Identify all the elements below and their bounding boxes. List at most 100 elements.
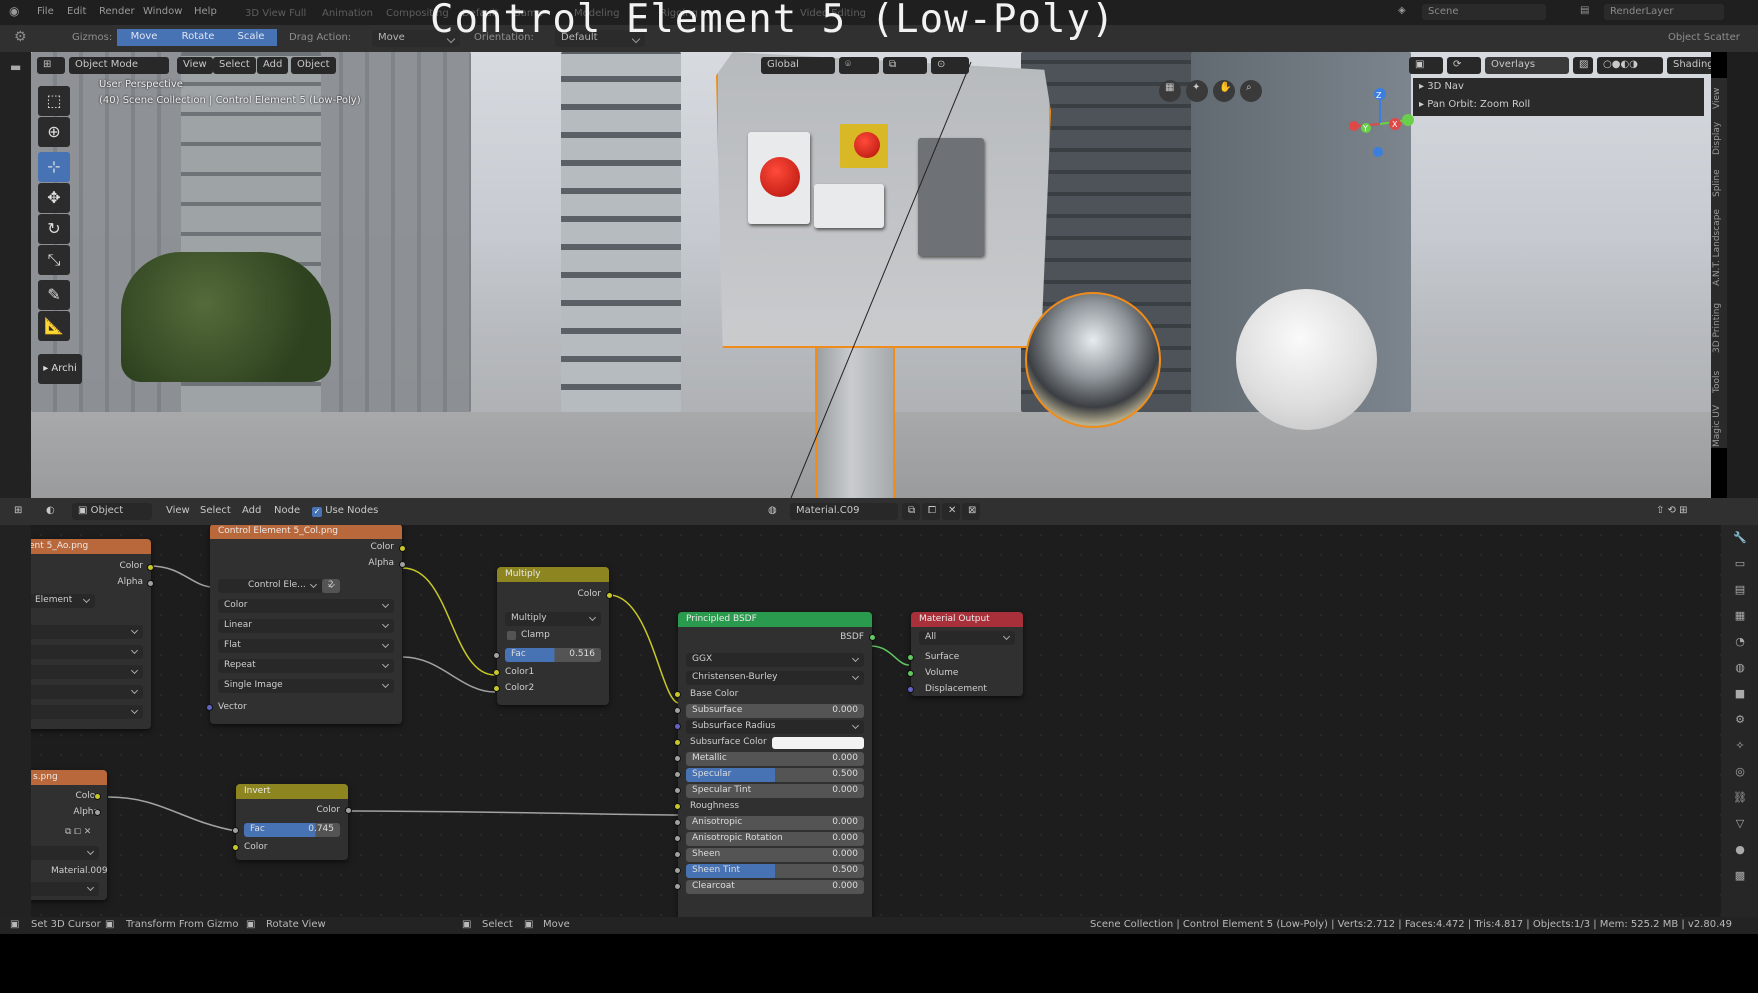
node-menu-select[interactable]: Select bbox=[194, 503, 237, 520]
bsdf-input-row[interactable]: Base Color bbox=[674, 687, 872, 703]
side-tab-3d-printing[interactable]: 3D Printing bbox=[1712, 296, 1726, 360]
socket[interactable] bbox=[493, 652, 500, 659]
node-col-image-field[interactable]: Control Ele... bbox=[218, 579, 322, 593]
node-multiply-fac-slider[interactable]: Fac 0.516 bbox=[505, 648, 601, 662]
physics-tab-icon[interactable]: ◎ bbox=[1733, 759, 1747, 785]
node-multiply[interactable]: Multiply Color Multiply Clamp Fac 0.516 C… bbox=[493, 567, 613, 705]
socket[interactable] bbox=[674, 867, 681, 874]
measure-tool-icon[interactable]: 📐 bbox=[38, 311, 70, 341]
bsdf-input-row[interactable]: Anisotropic 0.000 bbox=[674, 815, 872, 831]
node-menu-view[interactable]: View bbox=[160, 503, 196, 520]
unlink-material-icon[interactable]: ✕ bbox=[942, 503, 960, 520]
socket[interactable] bbox=[674, 851, 681, 858]
camera-icon[interactable]: ✦ bbox=[1186, 80, 1208, 102]
bsdf-value-field[interactable]: Sheen 0.000 bbox=[686, 848, 864, 862]
menu-help[interactable]: Help bbox=[194, 6, 217, 17]
object-tab-icon[interactable]: ■ bbox=[1733, 681, 1747, 707]
node-material-output[interactable]: Material Output All Surface Volume Displ… bbox=[907, 612, 1023, 696]
socket[interactable] bbox=[94, 793, 101, 800]
bsdf-input-row[interactable]: Sheen Tint 0.500 bbox=[674, 863, 872, 879]
node-ao-image-field[interactable]: Element bbox=[31, 594, 95, 608]
node-rough-dropdown-2[interactable] bbox=[31, 882, 99, 896]
bsdf-input-row[interactable]: Specular 0.500 bbox=[674, 767, 872, 783]
menu-window[interactable]: Window bbox=[143, 6, 182, 17]
node-col-source[interactable]: Single Image bbox=[218, 679, 394, 693]
node-invert-title[interactable]: Invert bbox=[236, 784, 348, 799]
node-principled-bsdf[interactable]: Principled BSDF BSDF GGX Christensen-Bur… bbox=[674, 612, 876, 917]
xray-icon[interactable]: ▨ bbox=[1573, 57, 1593, 74]
socket[interactable] bbox=[674, 835, 681, 842]
socket[interactable] bbox=[147, 580, 154, 587]
node-invert-fac-slider[interactable]: Fac 0.745 bbox=[244, 823, 340, 837]
socket[interactable] bbox=[674, 883, 681, 890]
socket[interactable] bbox=[94, 809, 101, 816]
move-tool-icon[interactable]: ✥ bbox=[38, 183, 70, 213]
bsdf-value-field[interactable]: Specular 0.500 bbox=[686, 768, 864, 782]
overlays-dropdown[interactable]: Overlays bbox=[1485, 57, 1569, 74]
render-tab-icon[interactable]: ▭ bbox=[1733, 551, 1747, 577]
socket[interactable] bbox=[399, 545, 406, 552]
gizmo-toggle-icon[interactable]: ⟳ bbox=[1447, 57, 1481, 74]
node-color-texture[interactable]: Control Element 5_Col.png Color Alpha Co… bbox=[206, 525, 406, 724]
bsdf-input-row[interactable]: Subsurface Color bbox=[674, 735, 872, 751]
node-col-extension[interactable]: Repeat bbox=[218, 659, 394, 673]
socket[interactable] bbox=[674, 755, 681, 762]
socket[interactable] bbox=[674, 691, 681, 698]
node-ao-texture[interactable]: ent 5_Ao.png Color Alpha Element bbox=[31, 539, 154, 729]
bsdf-input-row[interactable]: Subsurface Radius bbox=[674, 719, 872, 735]
bsdf-value-field[interactable]: Sheen Tint 0.500 bbox=[686, 864, 864, 878]
object-mode-dropdown[interactable]: Object Mode bbox=[69, 57, 169, 74]
object-scatter-label[interactable]: Object Scatter bbox=[1668, 32, 1740, 43]
side-tab-view[interactable]: View bbox=[1712, 86, 1726, 110]
socket[interactable] bbox=[147, 564, 154, 571]
node-col-title[interactable]: Control Element 5_Col.png bbox=[210, 525, 402, 539]
socket[interactable] bbox=[232, 827, 239, 834]
workspace-tab-3d-view-full[interactable]: 3D View Full bbox=[245, 8, 306, 19]
material-browse-icon[interactable]: ◍ bbox=[762, 503, 786, 520]
gizmo-rotate-toggle[interactable]: Rotate bbox=[171, 29, 225, 46]
snap-icon[interactable]: ⧉ bbox=[883, 57, 927, 74]
property-tab-icons[interactable]: 🔧 ▭ ▤ ▦ ◔ ◍ ■ ⚙ ✧ ◎ ⛓ ▽ ● ▩ bbox=[1733, 525, 1747, 889]
socket[interactable] bbox=[232, 844, 239, 851]
viewport-menu-view[interactable]: View bbox=[177, 57, 213, 74]
node-bsdf-sss-method[interactable]: Christensen-Burley bbox=[686, 671, 864, 685]
socket[interactable] bbox=[345, 807, 352, 814]
socket[interactable] bbox=[907, 686, 914, 693]
zoom-icon[interactable]: ⌕ bbox=[1240, 80, 1262, 102]
socket[interactable] bbox=[206, 704, 213, 711]
node-ao-color-space[interactable] bbox=[31, 625, 143, 639]
node-object-dropdown[interactable]: ▣ Object bbox=[72, 503, 152, 520]
pin-icon[interactable]: ⊠ bbox=[962, 503, 980, 520]
node-col-interpolation[interactable]: Linear bbox=[218, 619, 394, 633]
node-col-users[interactable]: 2 bbox=[322, 579, 340, 593]
view-layer-tab-icon[interactable]: ▦ bbox=[1733, 603, 1747, 629]
socket[interactable] bbox=[493, 669, 500, 676]
world-tab-icon[interactable]: ◍ bbox=[1733, 655, 1747, 681]
menu-render[interactable]: Render bbox=[99, 6, 135, 17]
bsdf-value-field[interactable]: Anisotropic 0.000 bbox=[686, 816, 864, 830]
gizmo-move-toggle[interactable]: Move bbox=[117, 29, 171, 46]
node-rough-dropdown[interactable] bbox=[31, 846, 99, 860]
bsdf-value-field[interactable]: Anisotropic Rotation 0.000 bbox=[686, 832, 864, 846]
node-menu-add[interactable]: Add bbox=[236, 503, 268, 520]
bsdf-input-row[interactable]: Sheen 0.000 bbox=[674, 847, 872, 863]
side-tab-ant-landscape[interactable]: A.N.T. Landscape bbox=[1712, 206, 1726, 290]
node-output-target[interactable]: All bbox=[919, 631, 1015, 645]
socket[interactable] bbox=[674, 803, 681, 810]
socket[interactable] bbox=[907, 670, 914, 677]
socket[interactable] bbox=[674, 787, 681, 794]
socket[interactable] bbox=[674, 739, 681, 746]
socket[interactable] bbox=[674, 819, 681, 826]
3d-viewport[interactable]: ⊞ Object Mode View Select Add Object Glo… bbox=[31, 52, 1711, 498]
scene-icon[interactable]: ◈ bbox=[1398, 5, 1406, 16]
render-layer-icon[interactable]: ▤ bbox=[1580, 5, 1589, 16]
folder-icon[interactable]: ▬ bbox=[10, 60, 21, 74]
node-rough-title[interactable]: s.png bbox=[31, 770, 107, 785]
material-name-field[interactable]: Material.C09 bbox=[790, 503, 898, 520]
modifier-tab-icon[interactable]: ⚙ bbox=[1733, 707, 1747, 733]
shading-mode-buttons[interactable]: ○●◐◑ bbox=[1597, 57, 1663, 74]
material-tab-icon[interactable]: ● bbox=[1733, 837, 1747, 863]
shader-type-icon[interactable]: ◐ bbox=[40, 503, 66, 520]
bsdf-input-row[interactable]: Subsurface 0.000 bbox=[674, 703, 872, 719]
visibility-icon[interactable]: ▣ bbox=[1409, 57, 1443, 74]
